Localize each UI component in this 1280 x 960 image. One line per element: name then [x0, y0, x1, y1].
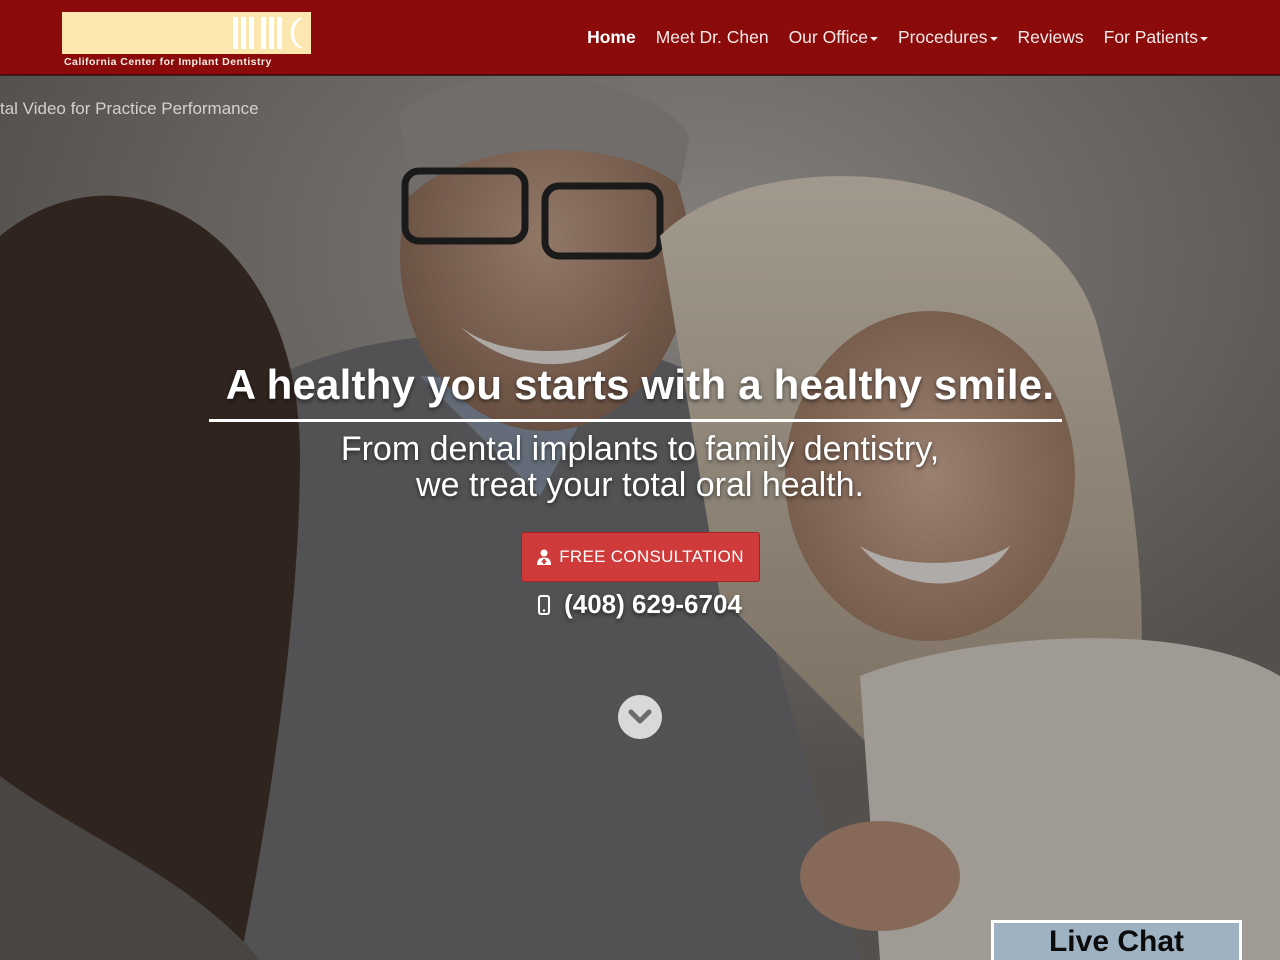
nav-for-patients[interactable]: For Patients — [1094, 18, 1218, 58]
nav-home[interactable]: Home — [577, 18, 646, 58]
site-header: California Center for Implant Dentistry … — [0, 0, 1280, 75]
hero-background-image — [0, 76, 1280, 960]
free-consultation-label: FREE CONSULTATION — [559, 547, 744, 566]
caret-down-icon — [870, 36, 878, 41]
logo-mark-icon — [233, 17, 303, 49]
phone-number[interactable]: (408) 629-6704 — [0, 589, 1280, 620]
nav-procedures[interactable]: Procedures — [888, 18, 1008, 58]
hero-subline-1: From dental implants to family dentistry… — [340, 430, 940, 468]
logo-badge — [62, 12, 311, 54]
nav-meet-dr-chen[interactable]: Meet Dr. Chen — [646, 18, 779, 58]
user-doctor-icon — [537, 549, 552, 565]
nav-our-office[interactable]: Our Office — [779, 18, 888, 58]
site-logo[interactable]: California Center for Implant Dentistry — [62, 12, 311, 68]
nav-reviews[interactable]: Reviews — [1008, 18, 1094, 58]
mobile-phone-icon — [538, 594, 551, 615]
hero-section: tal Video for Practice Performance A hea… — [0, 76, 1280, 960]
video-caption: tal Video for Practice Performance — [0, 99, 259, 118]
hero-subline-2: we treat your total oral health. — [416, 466, 864, 504]
live-chat-label: Live Chat — [1048, 924, 1185, 958]
main-nav: Home Meet Dr. Chen Our Office Procedures… — [577, 0, 1218, 75]
caret-down-icon — [989, 36, 998, 41]
free-consultation-button[interactable]: FREE CONSULTATION — [521, 532, 760, 582]
chevron-down-icon — [628, 709, 652, 724]
scroll-down-button[interactable] — [618, 695, 662, 739]
logo-text: California Center for Implant Dentistry — [64, 56, 272, 68]
hero-headline: A healthy you starts with a healthy smil… — [225, 361, 1055, 408]
caret-down-icon — [1200, 36, 1208, 41]
headline-divider — [209, 419, 1062, 422]
phone-number-text: (408) 629-6704 — [564, 589, 742, 619]
live-chat-tab[interactable]: Live Chat — [991, 920, 1242, 960]
